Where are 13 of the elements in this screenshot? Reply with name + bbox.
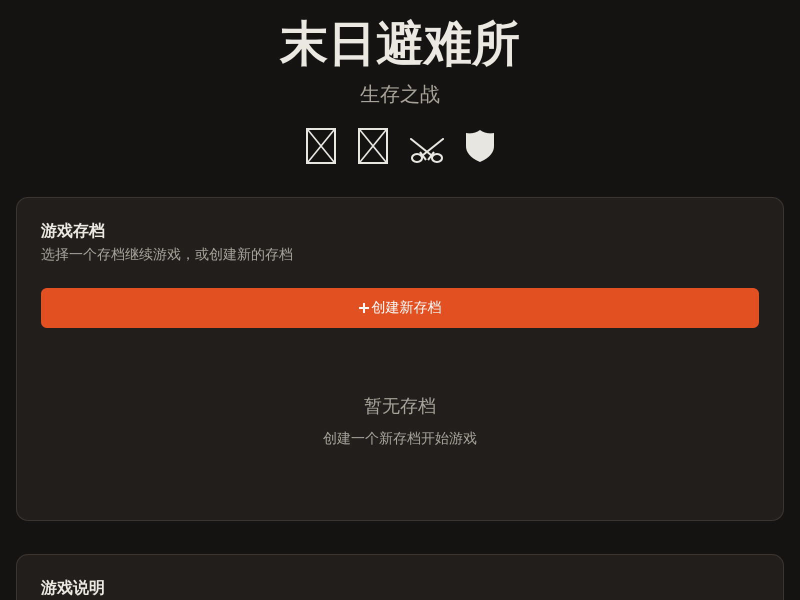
empty-state-hint: 创建一个新存档开始游戏 bbox=[323, 430, 477, 449]
app-title: 末日避难所 bbox=[280, 15, 520, 73]
empty-state-title: 暂无存档 bbox=[364, 395, 436, 419]
card-description: 选择一个存档继续游戏，或创建新的存档 bbox=[41, 246, 294, 265]
card-title: 游戏说明 bbox=[41, 577, 106, 599]
create-save-button[interactable]: 创建新存档 bbox=[41, 288, 759, 328]
shield-icon bbox=[466, 130, 494, 162]
card-title: 游戏存档 bbox=[41, 220, 106, 242]
crossed-swords-icon bbox=[410, 138, 444, 164]
plus-icon bbox=[358, 303, 368, 313]
missing-glyph-icon bbox=[358, 128, 388, 164]
app-subtitle: 生存之战 bbox=[360, 81, 440, 108]
missing-glyph-icon bbox=[306, 128, 336, 164]
